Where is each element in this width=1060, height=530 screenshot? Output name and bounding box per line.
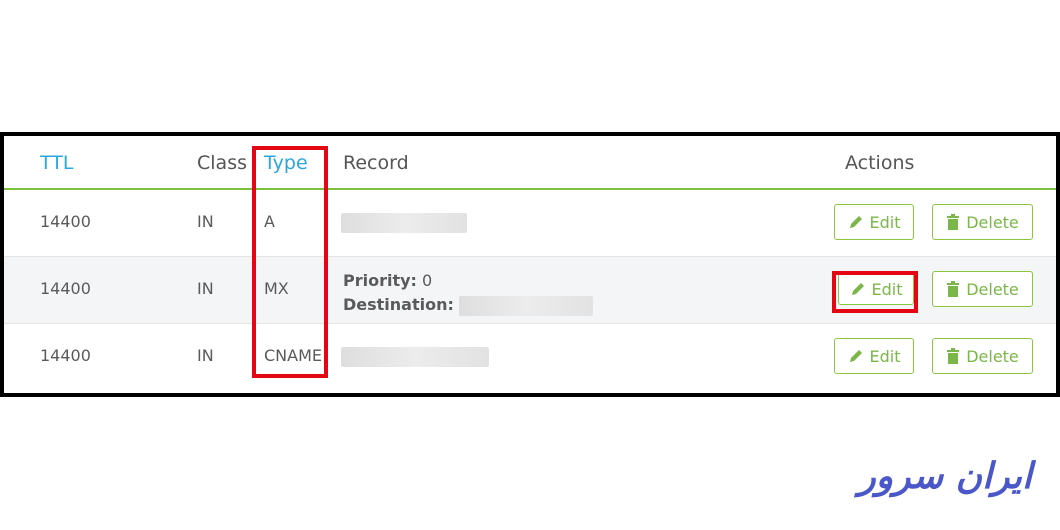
record-cell-redacted bbox=[341, 212, 467, 233]
priority-line: Priority: 0 bbox=[343, 269, 593, 293]
pencil-icon bbox=[849, 350, 862, 362]
record-cell: Priority: 0 Destination: bbox=[343, 269, 593, 317]
edit-button-label: Edit bbox=[869, 346, 901, 366]
record-column-header: Record bbox=[343, 152, 409, 174]
delete-button[interactable]: Delete bbox=[932, 338, 1033, 374]
ttl-cell: 14400 bbox=[40, 346, 91, 365]
delete-button-label: Delete bbox=[966, 346, 1019, 366]
class-cell: IN bbox=[197, 346, 214, 365]
class-cell: IN bbox=[197, 279, 214, 298]
priority-label: Priority: bbox=[343, 271, 417, 290]
edit-button[interactable]: Edit bbox=[834, 338, 914, 374]
delete-button-label: Delete bbox=[966, 279, 1019, 299]
edit-button[interactable]: Edit bbox=[834, 204, 914, 240]
iranserver-logo: ایران سرور bbox=[858, 456, 1032, 497]
destination-label: Destination: bbox=[343, 295, 454, 314]
edit-button-highlight bbox=[832, 271, 918, 313]
delete-button-label: Delete bbox=[966, 212, 1019, 232]
pencil-icon bbox=[849, 216, 862, 228]
destination-line: Destination: bbox=[343, 293, 593, 317]
class-column-header: Class bbox=[197, 152, 247, 174]
trash-icon bbox=[947, 214, 960, 230]
table-row: 14400 IN CNAME Edit Delete bbox=[4, 324, 1056, 390]
ttl-cell: 14400 bbox=[40, 212, 91, 231]
delete-button[interactable]: Delete bbox=[932, 271, 1033, 307]
ttl-column-header[interactable]: TTL bbox=[40, 152, 73, 174]
edit-button-label: Edit bbox=[869, 212, 901, 232]
delete-button[interactable]: Delete bbox=[932, 204, 1033, 240]
redacted-record bbox=[341, 212, 467, 233]
record-cell-redacted bbox=[341, 346, 489, 367]
redacted-destination bbox=[458, 295, 593, 316]
class-cell: IN bbox=[197, 212, 214, 231]
actions-column-header: Actions bbox=[845, 152, 915, 174]
priority-value: 0 bbox=[422, 271, 433, 290]
ttl-cell: 14400 bbox=[40, 279, 91, 298]
table-row: 14400 IN A Edit Delete bbox=[4, 190, 1056, 257]
table-header: TTL Class Type Record Actions bbox=[4, 136, 1056, 190]
dns-records-table: TTL Class Type Record Actions 14400 IN A… bbox=[0, 132, 1060, 397]
trash-icon bbox=[947, 281, 960, 297]
type-column-highlight bbox=[252, 146, 328, 378]
trash-icon bbox=[947, 348, 960, 364]
redacted-record bbox=[341, 346, 489, 367]
